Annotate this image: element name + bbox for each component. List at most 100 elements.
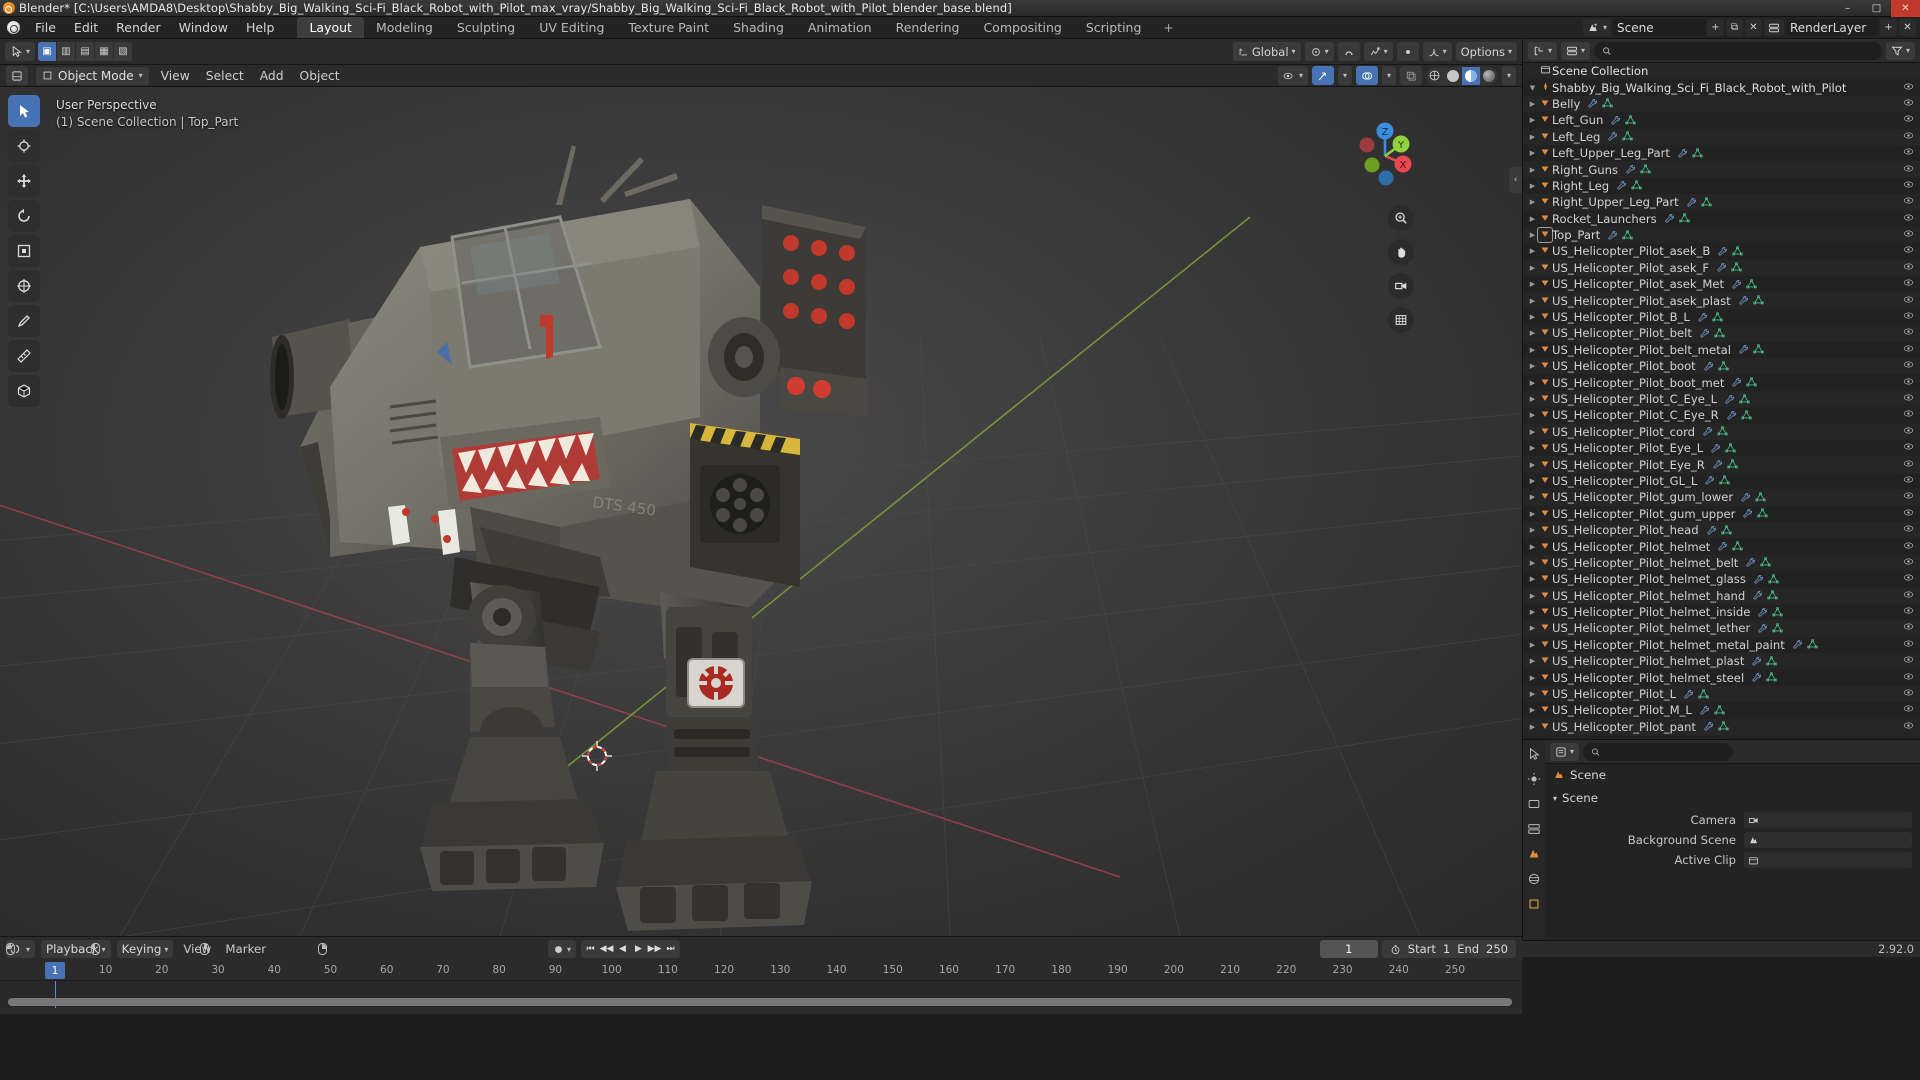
scene-panel-header[interactable]: ▾ Scene <box>1545 786 1920 810</box>
xray-toggle-button[interactable] <box>1399 66 1422 85</box>
copy-scene-button[interactable]: ⧉ <box>1726 19 1743 36</box>
outliner-tree[interactable]: Scene Collection ▼ Shabby_Big_Walking_Sci_… <box>1523 63 1920 739</box>
outliner-row[interactable]: ▶ Rocket_Launchers <box>1523 210 1920 227</box>
outliner-row-icons[interactable] <box>1607 229 1633 241</box>
visibility-toggle[interactable] <box>1903 426 1914 438</box>
outliner-row[interactable]: ▶ US_Helicopter_Pilot_head <box>1523 521 1920 539</box>
camera-view-icon[interactable] <box>1388 273 1414 299</box>
properties-search-input[interactable] <box>1604 745 1726 758</box>
viewport-menu-add[interactable]: Add <box>256 69 288 83</box>
visibility-toggle[interactable] <box>1903 82 1914 94</box>
visibility-toggle[interactable] <box>1903 442 1914 454</box>
outliner-row[interactable]: ▶ US_Helicopter_Pilot_asek_F <box>1523 259 1920 277</box>
viewport-nav-buttons[interactable] <box>1388 205 1414 333</box>
next-keyframe-icon[interactable]: ▶▶ <box>647 941 662 957</box>
visibility-toggle[interactable] <box>1903 327 1914 339</box>
transform-tool[interactable] <box>8 270 40 302</box>
minimize-button[interactable]: – <box>1833 0 1862 17</box>
outliner-row-icons[interactable] <box>1610 115 1636 126</box>
outliner-row-icons[interactable] <box>1706 525 1732 536</box>
visibility-toggle[interactable] <box>1903 311 1914 323</box>
window-controls[interactable]: – □ ✕ <box>1833 0 1920 17</box>
visibility-toggle[interactable] <box>1903 688 1914 700</box>
menu-file[interactable]: File <box>26 17 65 39</box>
transform-orientation-button[interactable]: Global ▾ <box>1232 42 1301 61</box>
tab-modeling[interactable]: Modeling <box>364 17 445 38</box>
add-cube-tool[interactable] <box>8 375 40 407</box>
tweak-tool[interactable] <box>8 95 40 127</box>
cursor-tool[interactable] <box>8 130 40 162</box>
disclosure-triangle[interactable]: ▶ <box>1527 100 1538 108</box>
outliner-row[interactable]: ▶ US_Helicopter_Pilot_helmet_steel <box>1523 669 1920 686</box>
outliner-row-icons[interactable] <box>1712 459 1738 470</box>
outliner-row-icons[interactable] <box>1683 688 1709 700</box>
outliner-row[interactable]: ▶ US_Helicopter_Pilot_cord <box>1523 423 1920 440</box>
outliner-row[interactable]: ▶ US_Helicopter_Pilot_helmet_belt <box>1523 554 1920 572</box>
move-tool[interactable] <box>8 165 40 197</box>
outliner-row-icons[interactable] <box>1703 721 1729 732</box>
disclosure-triangle[interactable]: ▶ <box>1527 313 1538 321</box>
outliner-row-icons[interactable] <box>1751 672 1777 683</box>
viewlayer-icon-button[interactable] <box>1764 19 1784 36</box>
scene-datablock-selector[interactable]: ▾ <box>1582 19 1611 36</box>
outliner-row[interactable]: ▶ US_Helicopter_Pilot_B_L <box>1523 308 1920 326</box>
visibility-toggle[interactable] <box>1903 180 1914 192</box>
world-properties-tab[interactable] <box>1526 871 1542 887</box>
viewport-toolbar[interactable] <box>8 95 40 407</box>
disclosure-triangle[interactable]: ▶ <box>1527 149 1538 157</box>
timeline-scrollbar[interactable] <box>8 998 1512 1006</box>
active-tool-icon-button[interactable]: ▾ <box>5 42 36 61</box>
visibility-toggle[interactable] <box>1903 655 1914 667</box>
scene-name-field[interactable]: Scene <box>1613 19 1705 36</box>
disclosure-triangle[interactable]: ▶ <box>1527 264 1538 272</box>
properties-tab-strip[interactable] <box>1523 740 1545 940</box>
disclosure-triangle[interactable]: ▶ <box>1527 133 1538 141</box>
outliner-row[interactable]: ▶ US_Helicopter_Pilot_helmet <box>1523 538 1920 555</box>
menu-help[interactable]: Help <box>237 17 284 39</box>
main-menu[interactable]: File Edit Render Window Help <box>26 17 283 38</box>
visibility-toggle[interactable] <box>1903 164 1914 176</box>
visibility-toggle[interactable] <box>1903 491 1914 503</box>
outliner-row-root-collection[interactable]: ▼ Shabby_Big_Walking_Sci_Fi_Black_Robot_w… <box>1523 79 1920 96</box>
visibility-toggle[interactable] <box>1903 147 1914 159</box>
outliner-row[interactable]: ▶ US_Helicopter_Pilot_Eye_R <box>1523 456 1920 473</box>
visibility-toggle[interactable] <box>1903 704 1914 716</box>
outliner-row[interactable]: ▶ Belly <box>1523 95 1920 113</box>
viewport-options-dropdown[interactable]: Options ▾ <box>1455 42 1517 61</box>
outliner-row[interactable]: ▶ US_Helicopter_Pilot_Eye_L <box>1523 439 1920 457</box>
proportional-edit-button[interactable] <box>1396 42 1419 61</box>
timeline-menu-view[interactable]: View <box>179 942 215 956</box>
disclosure-triangle[interactable]: ▶ <box>1527 411 1538 419</box>
disclosure-triangle[interactable]: ▶ <box>1527 231 1538 239</box>
outliner-row-icons[interactable] <box>1587 98 1614 109</box>
disclosure-triangle[interactable]: ▶ <box>1527 346 1538 354</box>
disclosure-triangle[interactable]: ▶ <box>1527 428 1538 436</box>
outliner-row[interactable]: ▶ US_Helicopter_Pilot_helmet_plast <box>1523 653 1920 670</box>
outliner-row-icons[interactable] <box>1726 410 1752 421</box>
visibility-toggle[interactable] <box>1903 393 1914 405</box>
menu-render[interactable]: Render <box>107 17 170 39</box>
keying-menu[interactable]: Keying ▾ <box>116 940 174 958</box>
background-scene-field[interactable] <box>1744 832 1912 848</box>
disclosure-triangle[interactable]: ▶ <box>1527 247 1538 255</box>
show-gizmo-button[interactable] <box>1311 66 1334 85</box>
outliner-row-icons[interactable] <box>1664 213 1690 224</box>
current-frame-field[interactable]: 1 <box>1319 940 1378 958</box>
navigation-gizmo[interactable]: Z X Y <box>1348 119 1422 193</box>
outliner-row[interactable]: ▶ US_Helicopter_Pilot_belt_metal <box>1523 341 1920 359</box>
outliner-row[interactable]: ▶ US_Helicopter_Pilot_helmet_metal_paint <box>1523 636 1920 654</box>
viewlayer-properties-tab[interactable] <box>1526 821 1542 837</box>
disclosure-triangle[interactable]: ▶ <box>1527 674 1538 682</box>
outliner-row-icons[interactable] <box>1703 361 1729 372</box>
overlays-dropdown[interactable]: ▾ <box>1381 66 1396 85</box>
tab-texture-paint[interactable]: Texture Paint <box>616 17 721 38</box>
visibility-toggle[interactable] <box>1903 590 1914 602</box>
solid-shading-icon[interactable] <box>1444 67 1462 85</box>
outliner-row[interactable]: ▶ US_Helicopter_Pilot_helmet_hand <box>1523 587 1920 604</box>
shading-mode-group[interactable] <box>1425 66 1498 85</box>
auto-keying-button[interactable]: ▾ <box>548 940 577 958</box>
outliner-row[interactable]: ▶ US_Helicopter_Pilot_belt <box>1523 325 1920 342</box>
disclosure-triangle[interactable]: ▶ <box>1527 657 1538 665</box>
disclosure-triangle[interactable]: ▶ <box>1527 723 1538 731</box>
disclosure-triangle[interactable]: ▶ <box>1527 215 1538 223</box>
